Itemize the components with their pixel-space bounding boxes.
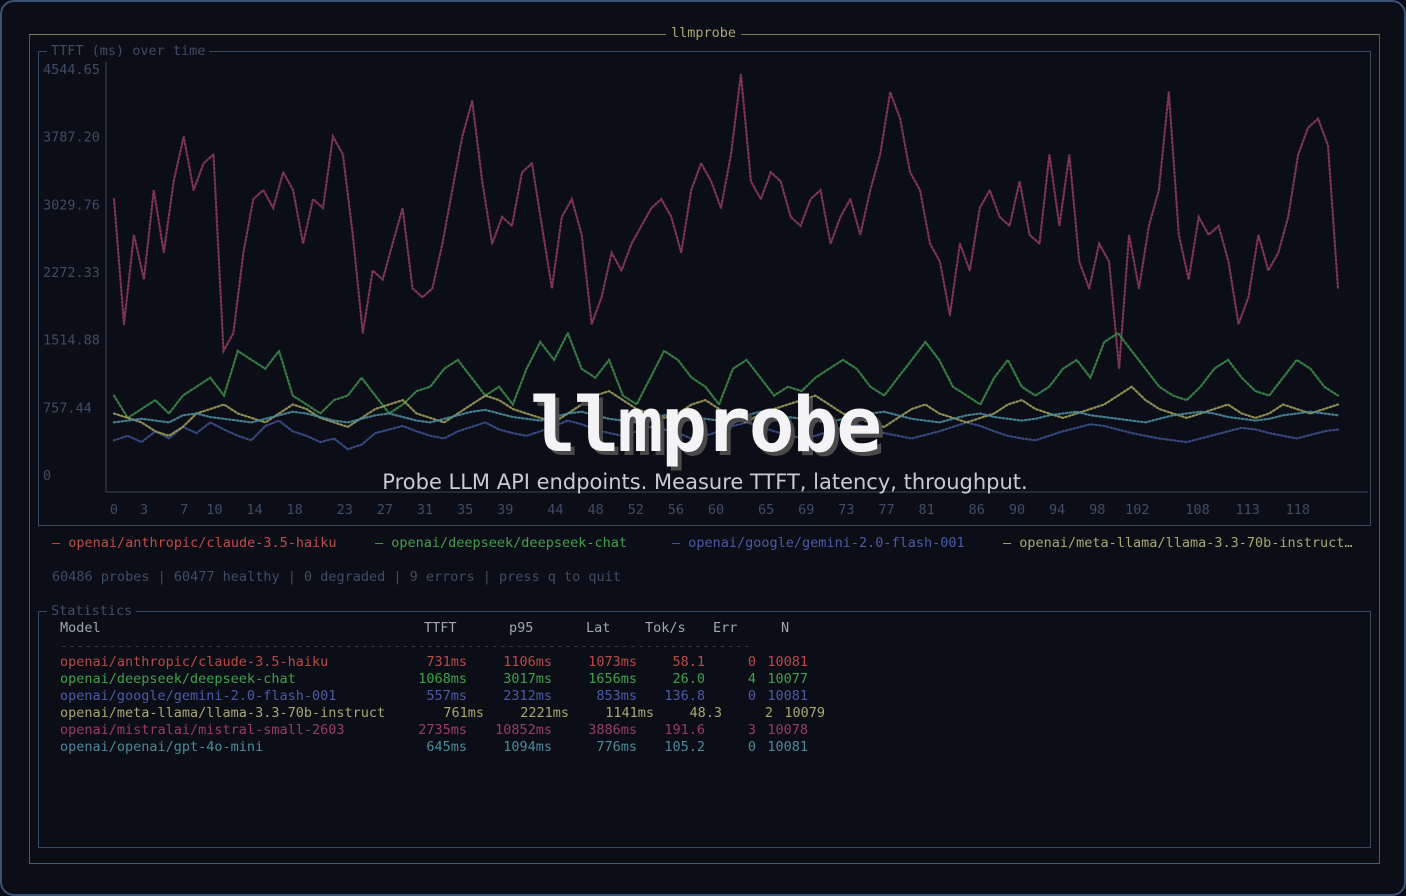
x-tick-label: 18 <box>286 502 302 518</box>
y-tick-label: 3787.20 <box>43 130 100 146</box>
legend-label: openai/deepseek/deepseek-chat <box>391 535 627 551</box>
stat-cell-n: 10081 <box>767 739 808 755</box>
column-header-lat: Lat <box>586 620 611 636</box>
x-tick-label: 48 <box>587 502 603 518</box>
stat-cell-model: openai/openai/gpt-4o-mini <box>60 739 264 755</box>
legend-item: — openai/meta-llama/llama-3.3-70b-instru… <box>1003 535 1353 551</box>
x-tick-label: 7 <box>180 502 188 518</box>
statistics-panel-title: Statistics <box>47 603 137 619</box>
x-tick-label: 52 <box>628 502 644 518</box>
overlay-title: llmprobe <box>529 380 882 469</box>
x-tick-label: 0 <box>110 502 118 518</box>
legend-label: openai/meta-llama/llama-3.3-70b-instruct… <box>1019 535 1353 551</box>
x-tick-label: 14 <box>246 502 262 518</box>
y-tick-label: 3029.76 <box>43 197 100 213</box>
column-header-n: N <box>781 620 790 636</box>
x-tick-label: 65 <box>758 502 774 518</box>
column-header-p95: p95 <box>509 620 534 636</box>
legend-swatch: — <box>672 535 689 551</box>
x-tick-label: 73 <box>838 502 854 518</box>
x-tick-label: 77 <box>878 502 894 518</box>
x-tick-label: 102 <box>1125 502 1149 518</box>
legend-label: openai/anthropic/claude-3.5-haiku <box>68 535 337 551</box>
x-tick-label: 81 <box>919 502 935 518</box>
stat-cell-n: 10078 <box>767 722 808 738</box>
legend-swatch: — <box>375 535 392 551</box>
x-tick-label: 23 <box>337 502 353 518</box>
column-header-err: Err <box>713 620 738 636</box>
stat-cell-model: openai/deepseek/deepseek-chat <box>60 671 296 687</box>
stat-cell-n: 10077 <box>767 671 808 687</box>
terminal-window: llmprobe TTFT (ms) over time 4544.65 3787… <box>0 0 1406 896</box>
stat-cell-n: 10081 <box>767 688 808 704</box>
y-tick-label: 1514.88 <box>43 333 100 349</box>
x-tick-label: 108 <box>1185 502 1209 518</box>
x-tick-label: 94 <box>1049 502 1065 518</box>
x-tick-label: 118 <box>1286 502 1310 518</box>
x-tick-label: 86 <box>969 502 985 518</box>
stat-cell-n: 10081 <box>767 654 808 670</box>
column-header-model: Model <box>60 620 101 636</box>
status-line: 60486 probes | 60477 healthy | 0 degrade… <box>52 569 621 585</box>
header-separator: ----------------------------------------… <box>60 638 751 654</box>
legend-swatch: — <box>1003 535 1020 551</box>
x-tick-label: 113 <box>1236 502 1260 518</box>
x-tick-label: 98 <box>1089 502 1105 518</box>
column-header-ttft: TTFT <box>424 620 457 636</box>
series-line-0 <box>112 73 1340 369</box>
x-tick-label: 56 <box>668 502 684 518</box>
stat-cell-n: 10079 <box>784 705 825 721</box>
x-tick-label: 60 <box>708 502 724 518</box>
legend-item: — openai/google/gemini-2.0-flash-001 <box>672 535 965 551</box>
legend-label: openai/google/gemini-2.0-flash-001 <box>688 535 965 551</box>
y-tick-label: 2272.33 <box>43 265 100 281</box>
x-tick-label: 90 <box>1009 502 1025 518</box>
x-tick-label: 35 <box>457 502 473 518</box>
overlay-subtitle: Probe LLM API endpoints. Measure TTFT, l… <box>382 470 1028 494</box>
y-tick-label: 4544.65 <box>43 62 100 78</box>
x-tick-label: 39 <box>497 502 513 518</box>
x-tick-label: 3 <box>140 502 148 518</box>
x-tick-label: 44 <box>547 502 563 518</box>
legend-item: — openai/deepseek/deepseek-chat <box>375 535 627 551</box>
x-tick-label: 10 <box>206 502 222 518</box>
column-header-toks: Tok/s <box>645 620 686 636</box>
legend-item: — openai/anthropic/claude-3.5-haiku <box>52 535 336 551</box>
x-tick-label: 69 <box>798 502 814 518</box>
x-tick-label: 31 <box>417 502 433 518</box>
x-tick-label: 27 <box>377 502 393 518</box>
legend-swatch: — <box>52 535 69 551</box>
